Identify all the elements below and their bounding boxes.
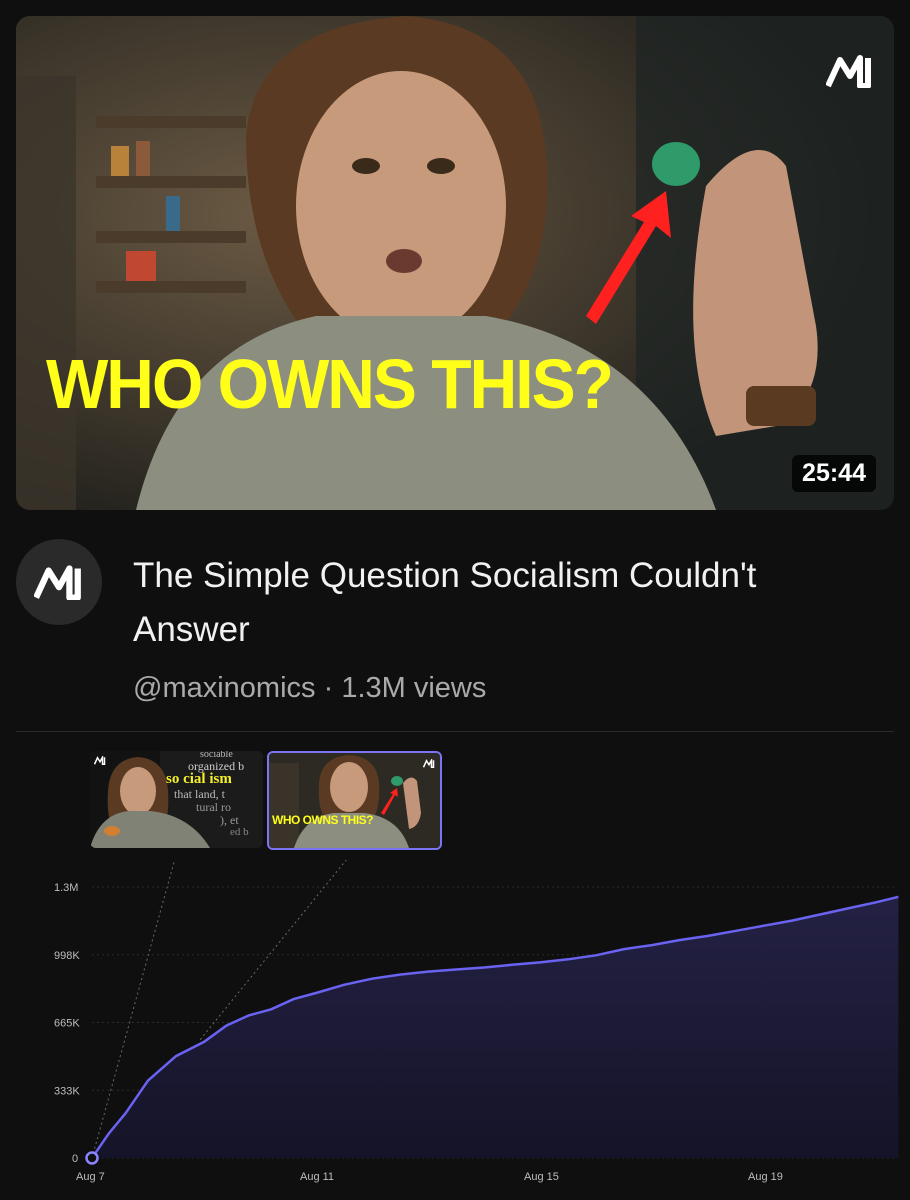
thumbnail-image [16,16,894,510]
current-thumbnail: WHO OWNS THIS? [267,751,442,850]
meta-separator: · [323,672,334,704]
current-thumbnail-caption: WHO OWNS THIS? [272,813,374,827]
x-tick-label: Aug 7 [76,1171,105,1183]
x-tick-label: Aug 15 [524,1171,559,1183]
duration-badge: 25:44 [792,455,876,492]
thumbnail-caption: WHO OWNS THIS? [46,345,614,423]
y-tick-label: 1.3M [54,882,78,894]
channel-avatar[interactable] [16,539,102,625]
old-thumbnail: sociable organized b so cial ism that la… [90,751,263,848]
channel-handle[interactable]: @maxinomics [133,672,316,704]
views-chart: 0 333K 665K 998K 1.3M Aug 7 Aug 11 Aug 15 Aug 1… [54,860,899,1183]
x-tick-label: Aug 11 [300,1171,334,1183]
view-count: 1.3M views [341,672,487,704]
y-tick-label: 998K [54,950,80,962]
channel-watermark-icon [826,55,871,88]
video-title[interactable]: The Simple Question Socialism Couldn't A… [133,549,873,657]
y-tick-label: 0 [72,1153,78,1165]
channel-logo-icon [34,565,81,600]
x-tick-label: Aug 19 [748,1171,783,1183]
divider [16,731,894,732]
old-thumbnail-text-3: so cial ism [166,771,232,787]
old-thumbnail-text-7: ed b [230,826,249,838]
old-thumbnail-watermark-icon [94,756,106,765]
views-area [92,896,899,1158]
current-thumbnail-image [269,753,440,848]
y-tick-label: 333K [54,1085,80,1097]
y-tick-label: 665K [54,1018,80,1030]
current-thumbnail-watermark-icon [423,759,435,768]
start-point-marker [85,1151,99,1165]
video-thumbnail[interactable]: WHO OWNS THIS? 25:44 [16,16,894,510]
video-meta: @maxinomics · 1.3M views [133,672,486,705]
